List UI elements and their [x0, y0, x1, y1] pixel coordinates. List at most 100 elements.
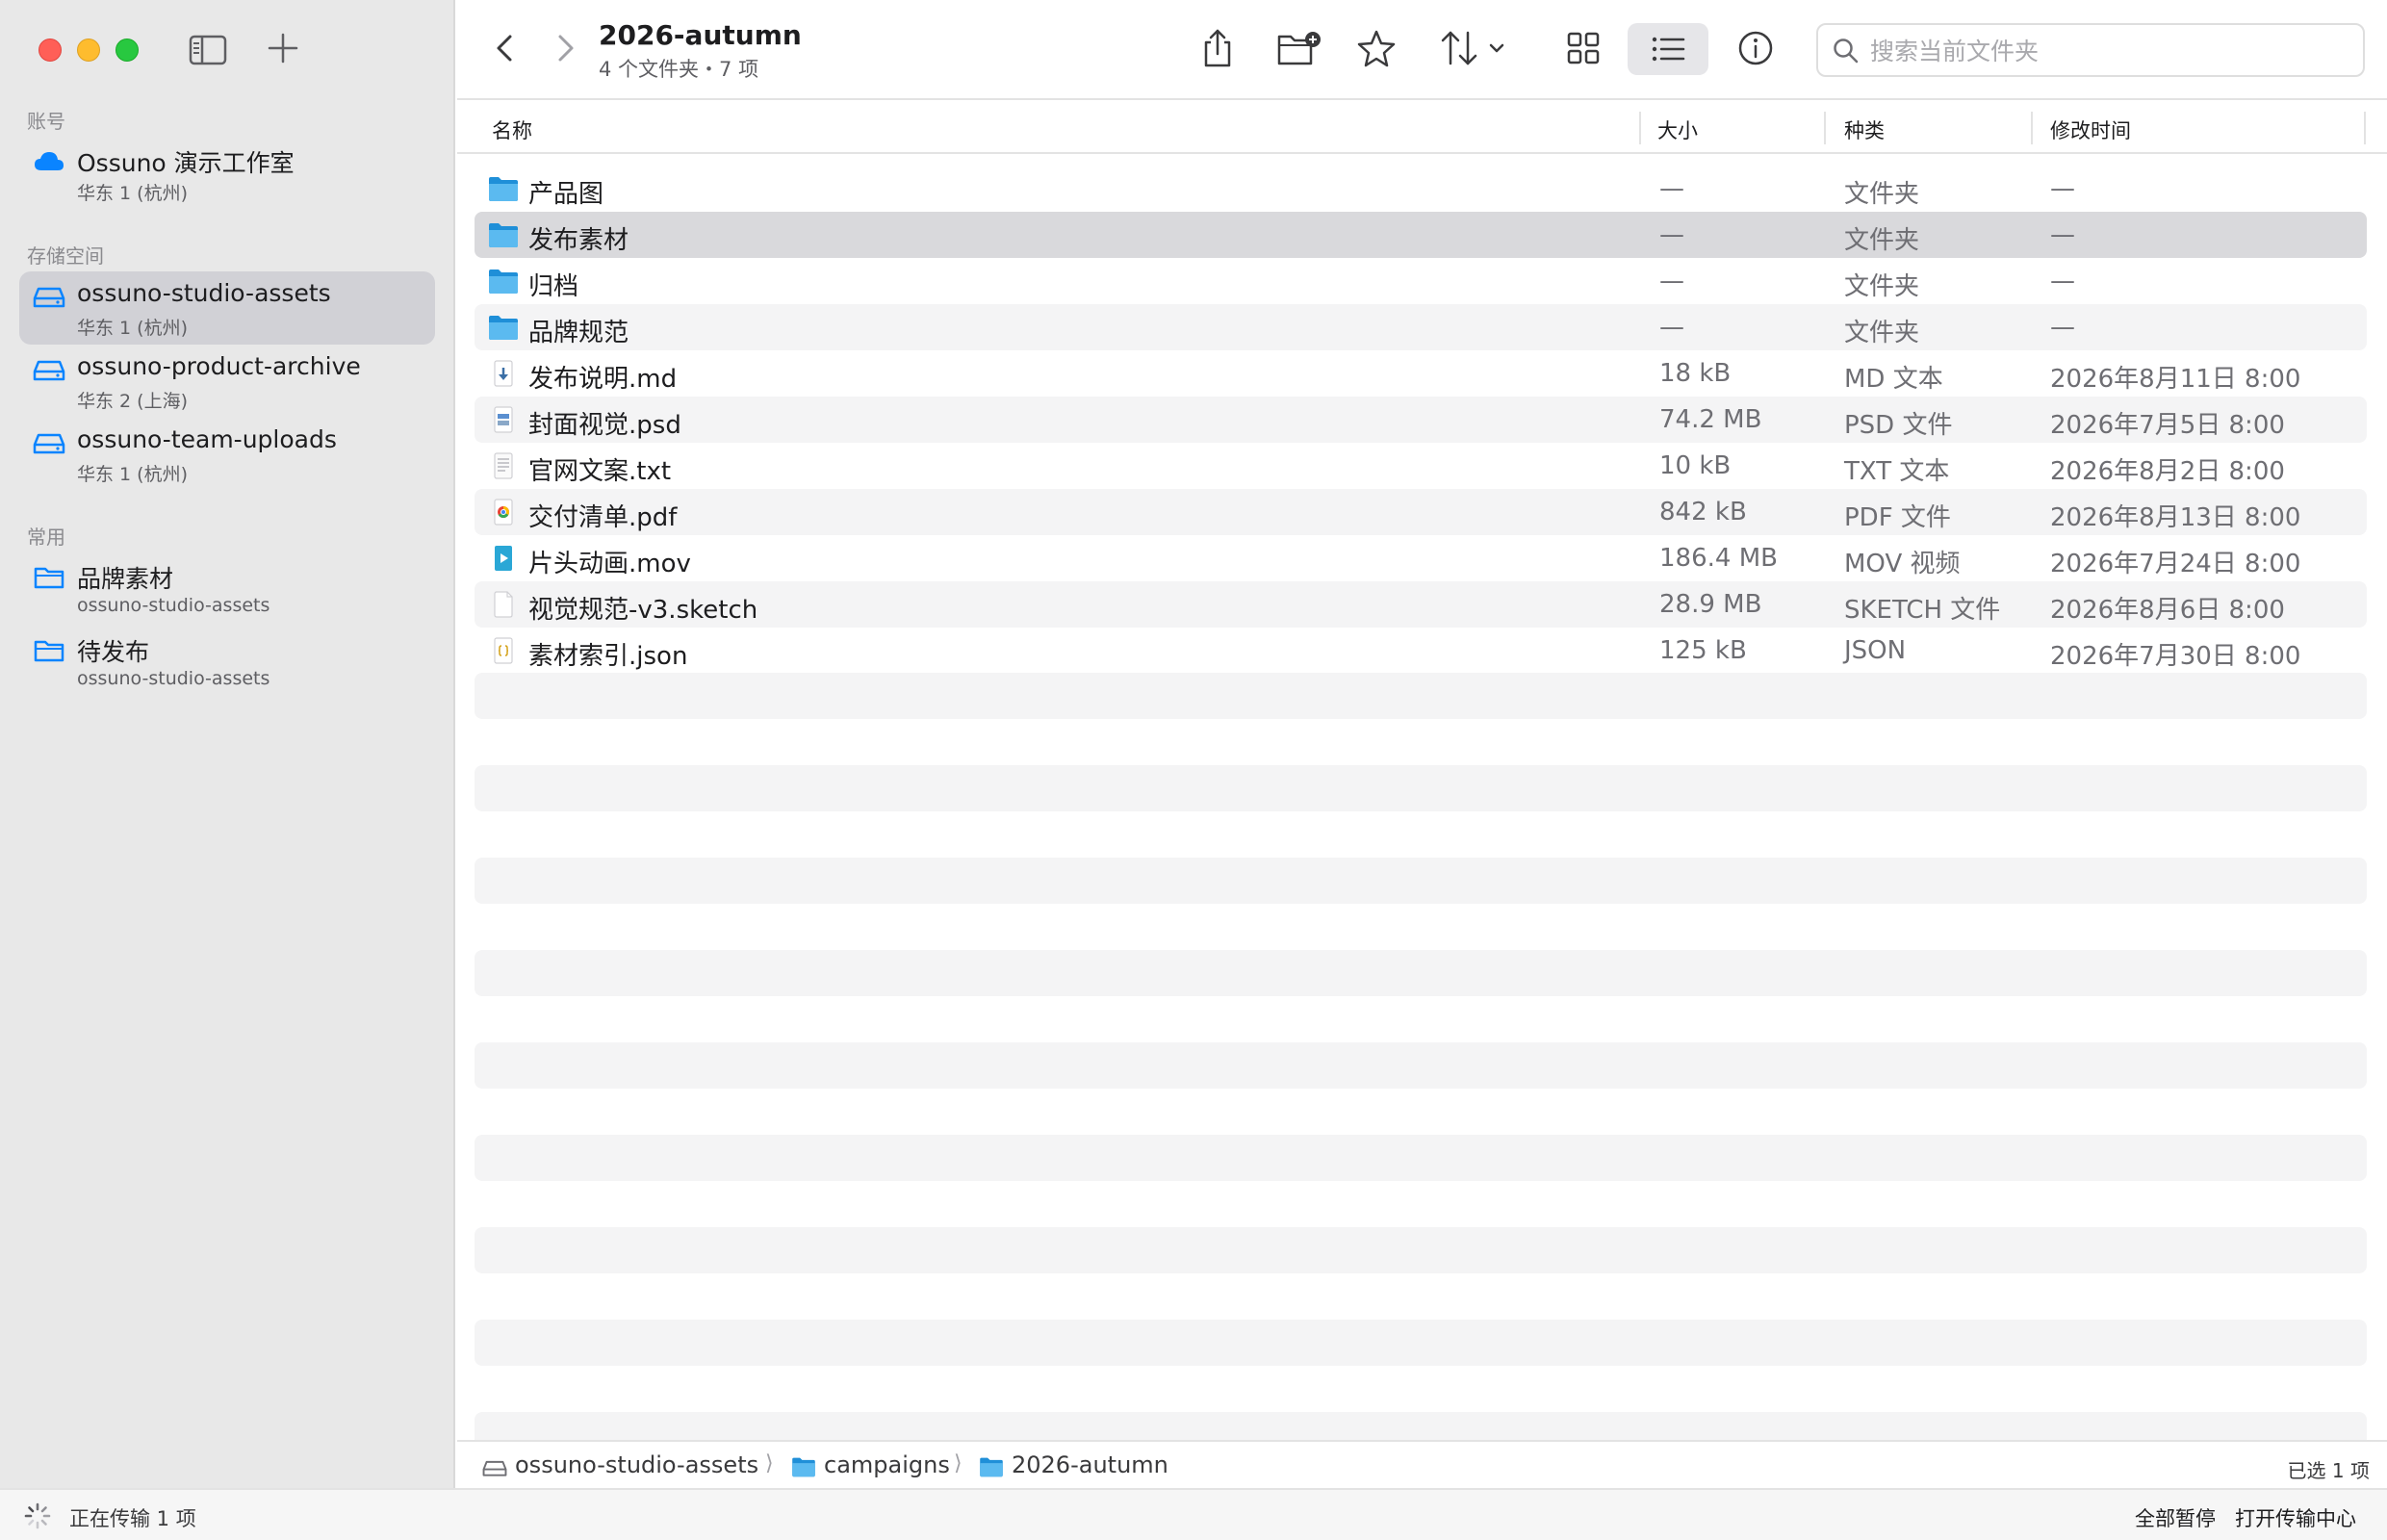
sidebar-item-region: 华东 1 (杭州) [77, 318, 188, 339]
sidebar-item-label: ossuno-studio-assets [77, 279, 331, 307]
new-folder-icon[interactable] [1276, 27, 1322, 69]
list-view-icon[interactable] [1628, 23, 1708, 75]
file-modified: 2026年8月2日 8:00 [2050, 457, 2285, 486]
sidebar-item-favorite-pending[interactable]: 待发布 ossuno-studio-assets [19, 626, 435, 699]
column-divider[interactable] [2031, 112, 2033, 144]
file-name: 发布说明.md [528, 365, 678, 394]
drive-icon [33, 360, 65, 381]
column-divider[interactable] [1824, 112, 1826, 144]
sidebar-item-favorite-brand[interactable]: 品牌素材 ossuno-studio-assets [19, 552, 435, 626]
open-transfer-center-button[interactable]: 打开传输中心 [2235, 1503, 2356, 1532]
file-kind: SKETCH 文件 [1844, 596, 2001, 625]
empty-row-stripe [475, 765, 2367, 811]
search-box[interactable] [1816, 23, 2365, 77]
file-row-product-images[interactable]: 产品图 — 文件夹 — [475, 166, 2367, 212]
search-input[interactable] [1870, 31, 2351, 71]
sidebar-item-bucket-product-archive[interactable]: ossuno-product-archive 华东 2 (上海) [19, 345, 435, 418]
file-row-archive[interactable]: 归档 — 文件夹 — [475, 258, 2367, 304]
pause-all-button[interactable]: 全部暂停 [2135, 1503, 2216, 1532]
transfer-spinner-icon [24, 1502, 51, 1529]
file-size: 18 kB [1659, 359, 1732, 388]
file-size: 125 kB [1659, 636, 1747, 665]
file-modified: — [2050, 220, 2075, 249]
file-row-visual-spec-sketch[interactable]: 视觉规范-v3.sketch 28.9 MB SKETCH 文件 2026年8月… [475, 581, 2367, 628]
sidebar-item-label: 待发布 [77, 638, 150, 666]
file-name: 片头动画.mov [528, 550, 691, 578]
folder-icon [489, 316, 518, 340]
folder-icon [489, 223, 518, 247]
folder-icon [489, 270, 518, 294]
file-size: — [1659, 174, 1684, 203]
file-kind: 文件夹 [1844, 226, 1920, 255]
file-size: 74.2 MB [1659, 405, 1762, 434]
file-row-release-notes-md[interactable]: 发布说明.md 18 kB MD 文本 2026年8月11日 8:00 [475, 350, 2367, 397]
file-row-intro-animation-mov[interactable]: 片头动画.mov 186.4 MB MOV 视频 2026年7月24日 8:00 [475, 535, 2367, 581]
info-icon[interactable] [1734, 27, 1777, 69]
folder-icon [792, 1457, 815, 1477]
file-size: — [1659, 267, 1684, 295]
forward-icon[interactable] [546, 29, 584, 67]
file-modified: 2026年7月30日 8:00 [2050, 642, 2301, 671]
column-divider[interactable] [1639, 112, 1641, 144]
folder-summary: 4 个文件夹・7 项 [599, 58, 759, 81]
text-file-icon [494, 452, 513, 479]
empty-row-stripe [475, 858, 2367, 904]
file-row-brand-guidelines[interactable]: 品牌规范 — 文件夹 — [475, 304, 2367, 350]
file-size: 842 kB [1659, 498, 1747, 526]
psd-file-icon [494, 406, 513, 433]
file-size: 28.9 MB [1659, 590, 1762, 619]
selection-count: 已选 1 项 [2287, 1459, 2370, 1482]
sidebar-item-region: 华东 1 (杭州) [77, 183, 188, 204]
file-row-cover-psd[interactable]: 封面视觉.psd 74.2 MB PSD 文件 2026年7月5日 8:00 [475, 397, 2367, 443]
file-row-asset-index-json[interactable]: 素材索引.json 125 kB JSON 2026年7月30日 8:00 [475, 628, 2367, 674]
file-row-release-assets[interactable]: 发布素材 — 文件夹 — [475, 212, 2367, 258]
close-window-button[interactable] [38, 38, 62, 62]
file-kind: PSD 文件 [1844, 411, 1953, 440]
pdf-file-icon [494, 499, 513, 526]
sidebar-item-bucket-studio-assets[interactable]: ossuno-studio-assets 华东 1 (杭州) [19, 271, 435, 345]
file-kind: PDF 文件 [1844, 503, 1951, 532]
file-modified: — [2050, 267, 2075, 295]
column-header-kind[interactable]: 种类 [1844, 116, 1885, 144]
json-file-icon [494, 637, 513, 664]
file-modified: 2026年7月5日 8:00 [2050, 411, 2285, 440]
file-modified: 2026年8月13日 8:00 [2050, 503, 2301, 532]
empty-row-stripe [475, 1227, 2367, 1273]
back-icon[interactable] [486, 29, 525, 67]
path-item-label: ossuno-studio-assets [515, 1451, 759, 1478]
file-modified: 2026年7月24日 8:00 [2050, 550, 2301, 578]
status-bar: 正在传输 1 项 全部暂停 打开传输中心 [0, 1488, 2387, 1540]
file-row-website-copy-txt[interactable]: 官网文案.txt 10 kB TXT 文本 2026年8月2日 8:00 [475, 443, 2367, 489]
sidebar-item-bucket-team-uploads[interactable]: ossuno-team-uploads 华东 1 (杭州) [19, 418, 435, 491]
sidebar-item-region: 华东 2 (上海) [77, 391, 188, 412]
transfer-status: 正在传输 1 项 [69, 1507, 196, 1530]
column-header-name[interactable]: 名称 [492, 116, 532, 144]
favorite-star-icon[interactable] [1356, 27, 1397, 69]
sort-icon[interactable] [1439, 27, 1516, 69]
folder-outline-icon [34, 567, 64, 589]
drive-icon [33, 433, 65, 454]
file-kind: 文件夹 [1844, 272, 1920, 301]
sidebar-toggle-icon[interactable] [189, 35, 227, 65]
sidebar-item-label: 品牌素材 [77, 565, 174, 593]
search-icon [1834, 38, 1859, 64]
empty-row-stripe [475, 1320, 2367, 1366]
add-icon[interactable] [266, 31, 300, 65]
share-icon[interactable] [1198, 27, 1237, 69]
column-divider[interactable] [2364, 112, 2366, 144]
section-label-storage: 存储空间 [27, 244, 104, 268]
file-modified: 2026年8月11日 8:00 [2050, 365, 2301, 394]
column-header-modified[interactable]: 修改时间 [2050, 116, 2131, 144]
video-file-icon [495, 546, 512, 571]
minimize-window-button[interactable] [77, 38, 100, 62]
empty-row-stripe [475, 1135, 2367, 1181]
file-modified: 2026年8月6日 8:00 [2050, 596, 2285, 625]
column-header-size[interactable]: 大小 [1657, 116, 1698, 144]
grid-view-icon[interactable] [1562, 27, 1604, 69]
zoom-window-button[interactable] [116, 38, 139, 62]
file-row-delivery-list-pdf[interactable]: 交付清单.pdf 842 kB PDF 文件 2026年8月13日 8:00 [475, 489, 2367, 535]
section-label-favorites: 常用 [27, 526, 65, 549]
file-name: 品牌规范 [528, 319, 629, 347]
file-size: — [1659, 313, 1684, 342]
sidebar-item-account[interactable]: Ossuno 演示工作室 华东 1 (杭州) [19, 137, 435, 210]
